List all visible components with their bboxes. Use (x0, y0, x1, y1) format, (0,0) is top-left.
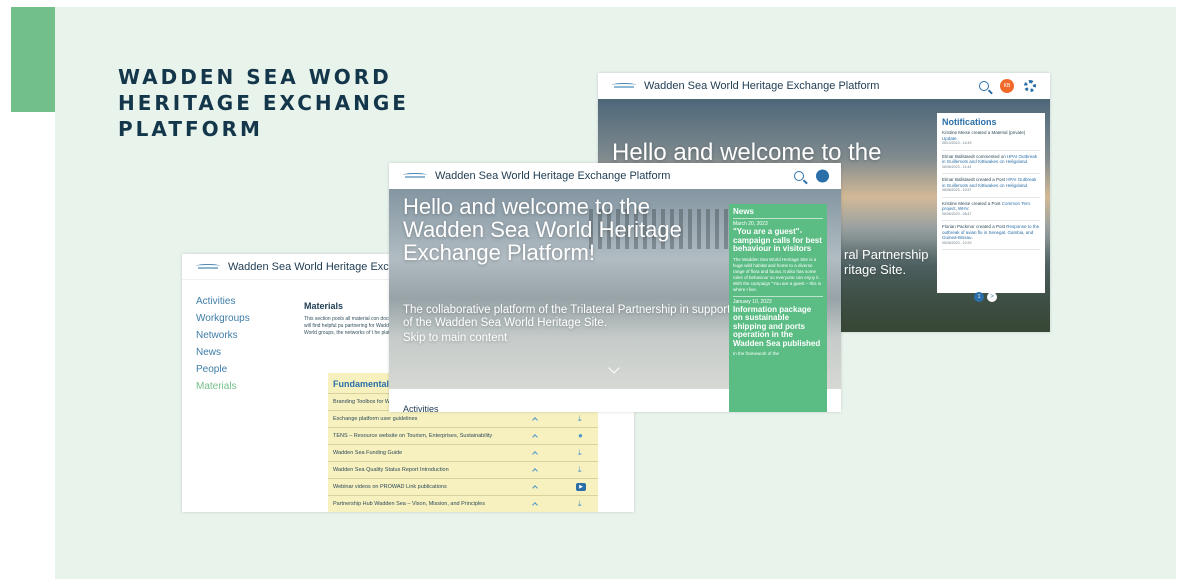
download-icon[interactable]: ⤓ (578, 448, 582, 458)
notification-text: Elmar Ballstaedt created a Post (942, 177, 1006, 182)
notification-time: 06/06/2023 - 11:44 (942, 164, 972, 169)
chevron-up-icon[interactable] (532, 502, 538, 508)
chevron-up-icon[interactable] (532, 468, 538, 474)
notifications-panel: Notifications Kristine Meise created a M… (937, 113, 1045, 293)
notification-time: 05/26/2023 - 10:29 (942, 240, 972, 245)
news-title: News (733, 207, 754, 216)
notification-item: Elmar Ballstaedt commented on HPAI Outbr… (942, 153, 1040, 174)
screenshot-homepage: Wadden Sea World Heritage Exchange Platf… (389, 163, 841, 412)
search-icon[interactable] (794, 171, 804, 181)
document-name[interactable]: Wadden Sea Funding Guide (333, 450, 402, 456)
platform-name: Wadden Sea World Heritage Exchange Platf… (644, 80, 880, 92)
sidebar-item-workgroups[interactable]: Workgroups (196, 313, 286, 324)
news-body: The Wadden Sea World Heritage Site is a … (733, 256, 821, 292)
news-list: March 20, 2023 "You are a guest"-campaign… (733, 218, 823, 357)
sidebar-item-activities[interactable]: Activities (196, 296, 286, 307)
search-icon[interactable] (979, 81, 989, 91)
notification-item: Kristine Meise created a Post Common Ter… (942, 200, 1040, 221)
chevron-up-icon[interactable] (532, 451, 538, 457)
hero-subtitle: The collaborative platform of the Trilat… (403, 304, 731, 329)
table-row[interactable]: Partnership Hub Wadden Sea – Vison, Miss… (328, 495, 598, 512)
notification-item: Elmar Ballstaedt created a Post HPAI Out… (942, 177, 1040, 198)
sidebar-item-people[interactable]: People (196, 364, 286, 375)
table-row[interactable]: Webinar videos on PROWAD Link publicatio… (328, 478, 598, 495)
section-label-activities: Activities (403, 404, 439, 412)
news-panel: News March 20, 2023 "You are a guest"-cam… (729, 204, 827, 412)
download-icon[interactable]: ⤓ (578, 414, 582, 424)
notification-text: Kristine Meise created a Material (priva… (942, 130, 1026, 135)
notifications-title: Notifications (942, 117, 997, 127)
platform-name: Wadden Sea World Heritage Exchange Platf… (435, 170, 671, 182)
app-header: Wadden Sea World Heritage Exchange Platf… (598, 73, 1050, 99)
pager-next[interactable]: > (987, 292, 997, 302)
document-name[interactable]: Webinar videos on PROWAD Link publicatio… (333, 484, 447, 490)
news-item[interactable]: March 20, 2023 "You are a guest"-campaign… (733, 218, 823, 293)
chevron-up-icon[interactable] (532, 417, 538, 423)
notification-text: Florian Packmor created a Post (942, 224, 1006, 229)
news-headline[interactable]: Information package on sustainable shipp… (733, 305, 823, 349)
pager-current[interactable]: 1 (974, 292, 984, 302)
app-header: Wadden Sea World Heritage Exchange Platf… (389, 163, 841, 189)
notification-item: Kristine Meise created a Material (priva… (942, 130, 1040, 151)
news-date: January 10, 2023 (733, 298, 772, 305)
platform-logo-icon (196, 263, 220, 270)
table-row[interactable]: Exchange platform user guidelines ⤓ (328, 410, 598, 427)
globe-icon[interactable]: ● (578, 431, 583, 440)
gear-icon[interactable] (1024, 80, 1036, 92)
materials-title: Materials (304, 301, 344, 311)
notifications-list: Kristine Meise created a Material (priva… (942, 130, 1040, 250)
document-name[interactable]: TENS – Resource website on Tourism, Ente… (333, 433, 492, 439)
sidebar-item-networks[interactable]: Networks (196, 330, 286, 341)
notification-text: Kristine Meise created a Post (942, 200, 1001, 206)
skip-link[interactable]: Skip to main content (403, 332, 507, 344)
notification-time: 06/13/2023 - 14:49 (942, 141, 972, 145)
download-icon[interactable]: ⤓ (578, 499, 582, 509)
platform-logo-icon (403, 173, 427, 179)
hero-subtitle-line-2: ritage Site. (844, 262, 907, 277)
news-headline[interactable]: "You are a guest"-campaign calls for bes… (733, 227, 823, 254)
notification-time: 06/06/2023 - 08:47 (942, 211, 972, 216)
notification-link[interactable]: Update. (942, 136, 958, 141)
hero-title: Hello and welcome to the Wadden Sea Worl… (403, 194, 682, 265)
notification-item: Florian Packmor created a Post Response … (942, 224, 1040, 250)
video-icon[interactable]: ▶ (576, 483, 586, 491)
sidebar-item-news[interactable]: News (196, 347, 286, 358)
notification-time: 06/06/2023 - 10:57 (942, 188, 972, 192)
sidebar-item-materials[interactable]: Materials (196, 381, 286, 392)
table-row[interactable]: Wadden Sea Quality Status Report Introdu… (328, 461, 598, 478)
avatar[interactable]: KB (1000, 79, 1014, 93)
accent-bar (11, 7, 55, 112)
sidebar-nav: Activities Workgroups Networks News People Ma… (196, 296, 286, 398)
chevron-up-icon[interactable] (532, 485, 538, 491)
chevron-down-icon[interactable] (608, 362, 620, 374)
page-title: WADDEN SEA WORD HERITAGE EXCHANGE PLATFO… (118, 65, 409, 141)
table-row[interactable]: TENS – Resource website on Tourism, Ente… (328, 427, 598, 444)
platform-logo-icon (612, 83, 636, 89)
user-icon[interactable] (816, 169, 829, 183)
document-name[interactable]: Exchange platform user guidelines (333, 416, 417, 422)
news-body: In the framework of the (733, 351, 780, 356)
document-name[interactable]: Partnership Hub Wadden Sea – Vison, Miss… (333, 501, 485, 507)
chevron-up-icon[interactable] (532, 434, 538, 440)
news-item[interactable]: January 10, 2023 Information package on s… (733, 295, 823, 358)
table-row[interactable]: Wadden Sea Funding Guide ⤓ (328, 444, 598, 461)
slide-canvas: WADDEN SEA WORD HERITAGE EXCHANGE PLATFO… (0, 0, 1184, 579)
notification-text: Elmar Ballstaedt commented on (942, 153, 1006, 159)
document-name[interactable]: Wadden Sea Quality Status Report Introdu… (333, 467, 449, 473)
download-icon[interactable]: ⤓ (578, 465, 582, 475)
hero-subtitle-line-1: ral Partnership (844, 247, 929, 262)
